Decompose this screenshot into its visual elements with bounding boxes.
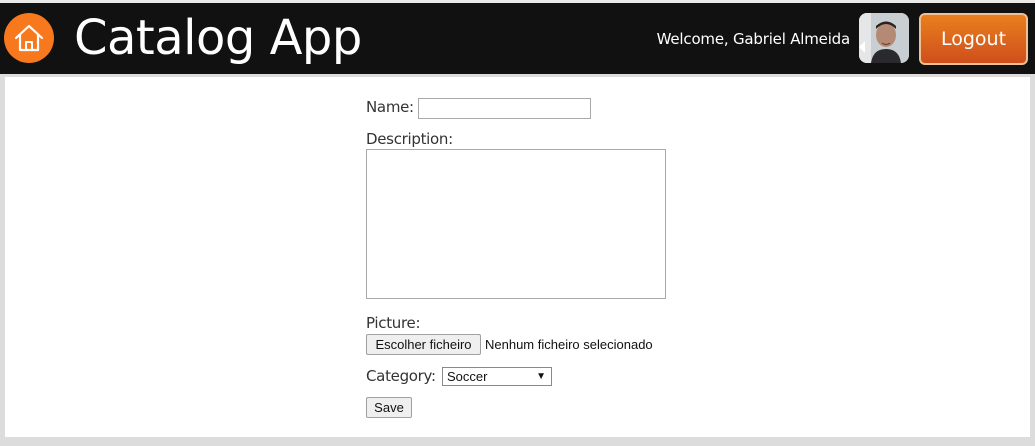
picture-label: Picture: [366,314,421,332]
description-label: Description: [366,130,453,148]
save-button[interactable]: Save [366,397,412,418]
app-title[interactable]: Catalog App [74,8,362,68]
top-navbar: Catalog App Welcome, Gabriel Almeida Log… [0,0,1035,74]
welcome-text: Welcome, Gabriel Almeida [656,30,851,48]
category-label: Category: [366,367,436,385]
home-button[interactable] [4,13,54,63]
choose-file-button[interactable]: Escolher ficheiro [366,334,481,355]
avatar [859,13,909,63]
file-status-text: Nenhum ficheiro selecionado [485,337,653,352]
name-input[interactable] [418,98,591,119]
description-textarea[interactable] [366,149,666,299]
main-content: Name: Description: Picture: Escolher fic… [5,77,1030,437]
user-photo-icon [859,13,909,63]
name-label: Name: [366,98,414,116]
category-select[interactable]: Soccer ▼ [442,367,552,386]
dropdown-arrow-icon: ▼ [536,371,546,382]
category-selected-value: Soccer [447,369,488,384]
home-icon [14,24,44,52]
logout-button[interactable]: Logout [919,13,1028,65]
